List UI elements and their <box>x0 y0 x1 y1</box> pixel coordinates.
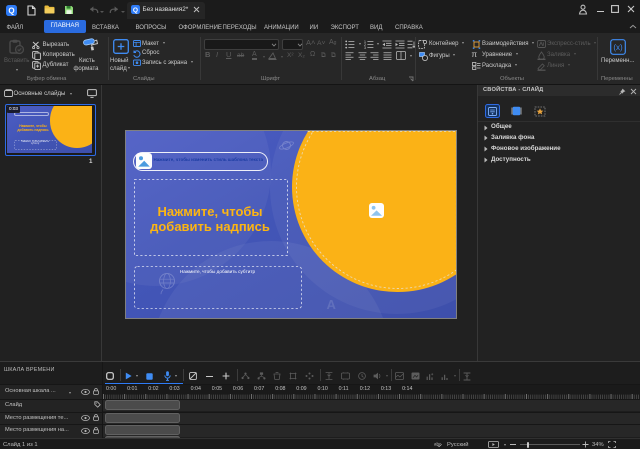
svg-text:(x): (x) <box>613 43 623 52</box>
svg-text:Q: Q <box>133 7 138 14</box>
svg-text:3: 3 <box>364 46 366 49</box>
svg-text:Q: Q <box>8 6 14 15</box>
